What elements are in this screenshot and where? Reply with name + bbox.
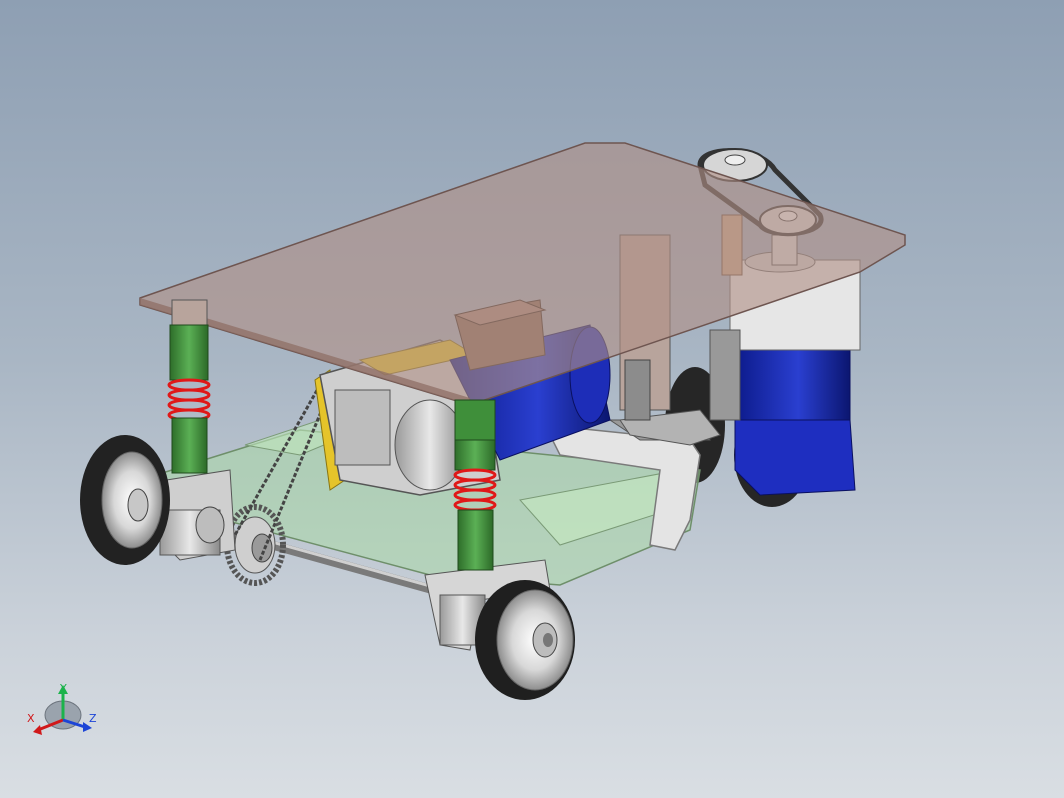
cad-model-scene[interactable]: Y X Z	[0, 0, 1064, 798]
left-suspension	[167, 299, 211, 474]
front-left-wheel	[80, 435, 170, 565]
front-right-wheel	[475, 580, 575, 700]
coordinate-triad[interactable]: Y X Z	[27, 682, 97, 735]
x-axis-arrowhead	[33, 725, 42, 735]
y-axis-label: Y	[59, 682, 67, 695]
x-axis-label: X	[27, 712, 35, 725]
z-axis-label: Z	[89, 712, 97, 725]
cad-viewport[interactable]: Y X Z	[0, 0, 1064, 798]
